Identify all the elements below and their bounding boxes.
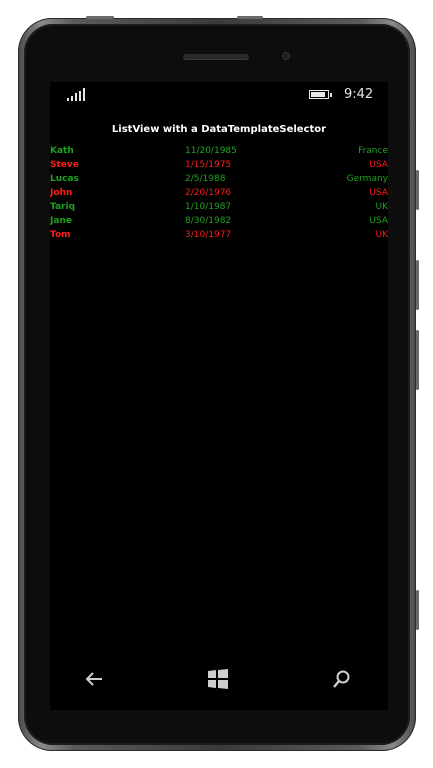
person-listview[interactable]: Kath 11/20/1985 France Steve 1/15/1975 USA Luc… xyxy=(50,144,388,242)
camera-button xyxy=(416,590,419,630)
list-item[interactable]: Jane 8/30/1982 USA xyxy=(50,214,388,228)
windows-logo-icon[interactable] xyxy=(207,668,229,690)
navigation-bar xyxy=(50,648,388,710)
back-arrow-icon[interactable] xyxy=(83,668,105,690)
person-date: 11/20/1985 xyxy=(185,146,237,156)
person-name: John xyxy=(50,188,73,198)
signal-bars-icon xyxy=(67,88,87,101)
person-name: Steve xyxy=(50,160,79,170)
person-date: 2/5/1988 xyxy=(185,174,226,184)
list-item[interactable]: Tariq 1/10/1987 UK xyxy=(50,200,388,214)
power-button xyxy=(416,260,419,310)
person-name: Tom xyxy=(50,230,71,240)
person-date: 2/20/1976 xyxy=(185,188,232,198)
screen: 9:42 ListView with a DataTemplateSelecto… xyxy=(50,82,388,648)
person-date: 3/10/1977 xyxy=(185,230,232,240)
search-icon[interactable] xyxy=(331,668,353,690)
person-country: France xyxy=(358,146,388,156)
battery-icon xyxy=(309,90,332,99)
list-item[interactable]: Lucas 2/5/1988 Germany xyxy=(50,172,388,186)
person-country: USA xyxy=(369,188,388,198)
top-button-left xyxy=(86,16,114,19)
page-title: ListView with a DataTemplateSelector xyxy=(111,124,327,135)
front-camera xyxy=(282,52,290,60)
list-item[interactable]: Tom 3/10/1977 UK xyxy=(50,228,388,242)
earpiece-speaker xyxy=(183,54,249,59)
person-country: UK xyxy=(375,202,389,212)
person-date: 1/15/1975 xyxy=(185,160,232,170)
side-button xyxy=(416,330,419,390)
volume-button xyxy=(416,170,419,210)
person-name: Kath xyxy=(50,146,74,156)
person-date: 1/10/1987 xyxy=(185,202,232,212)
status-bar: 9:42 xyxy=(50,82,388,108)
list-item[interactable]: Steve 1/15/1975 USA xyxy=(50,158,388,172)
person-name: Tariq xyxy=(50,202,76,212)
status-time: 9:42 xyxy=(344,87,374,102)
person-country: USA xyxy=(369,216,388,226)
person-country: Germany xyxy=(346,174,388,184)
list-item[interactable]: Kath 11/20/1985 France xyxy=(50,144,388,158)
person-name: Jane xyxy=(50,216,72,226)
person-country: UK xyxy=(375,230,389,240)
person-date: 8/30/1982 xyxy=(185,216,232,226)
list-item[interactable]: John 2/20/1976 USA xyxy=(50,186,388,200)
top-button-right xyxy=(237,16,263,19)
person-name: Lucas xyxy=(50,174,79,184)
person-country: USA xyxy=(369,160,388,170)
